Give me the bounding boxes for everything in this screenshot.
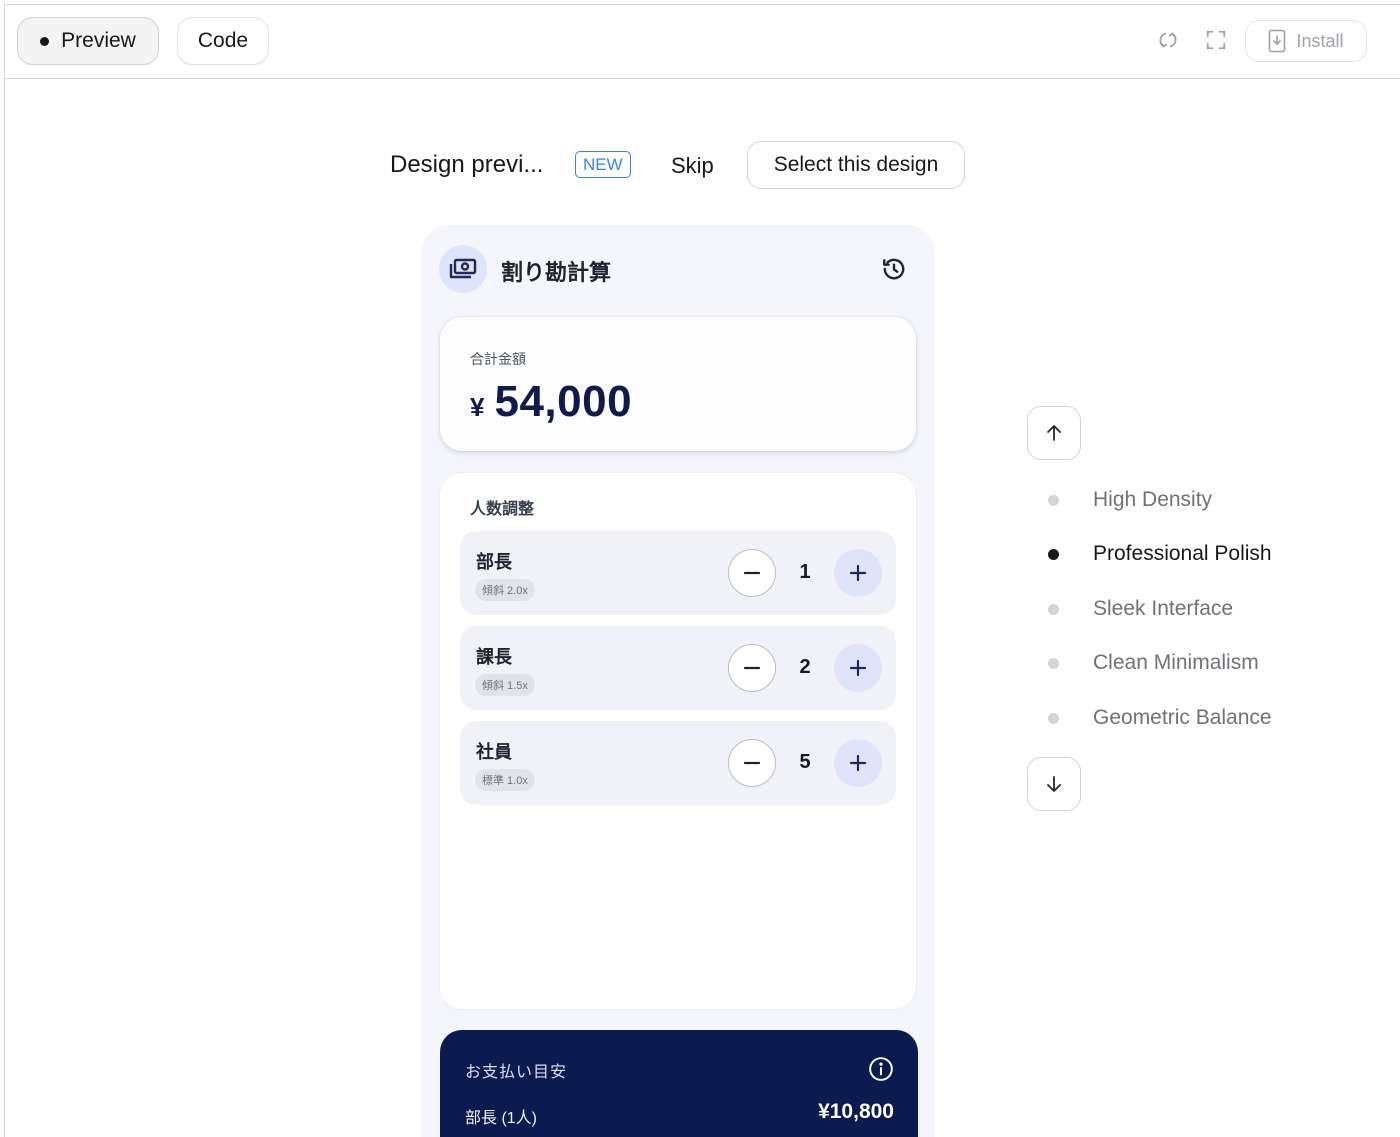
payment-title: お支払い目安	[465, 1064, 568, 1081]
design-option-sleek-interface[interactable]: Sleek Interface	[1048, 594, 1233, 624]
role-name: 課長	[476, 647, 512, 667]
person-row: 部長 傾斜 2.0x 1	[460, 531, 896, 615]
next-design-button[interactable]	[1027, 757, 1081, 811]
total-amount-card: 合計金額 ¥ 54,000	[440, 317, 916, 451]
option-bullet	[1048, 603, 1059, 615]
active-dot-icon	[40, 36, 50, 46]
new-badge: NEW	[575, 151, 631, 178]
install-label: Install	[1296, 30, 1344, 51]
design-option-geometric-balance[interactable]: Geometric Balance	[1048, 703, 1272, 733]
fullscreen-icon[interactable]	[1203, 27, 1229, 53]
previous-design-button[interactable]	[1027, 406, 1081, 460]
increment-button[interactable]	[834, 739, 882, 787]
plus-icon	[849, 564, 867, 582]
design-option-label: Sleek Interface	[1093, 597, 1234, 620]
app-header: 割り勘計算	[439, 243, 917, 293]
money-icon	[439, 245, 487, 293]
person-count: 5	[799, 751, 811, 773]
arrow-up-icon	[1047, 425, 1061, 441]
person-count: 2	[799, 656, 811, 678]
minus-icon	[743, 761, 761, 765]
design-preview-title: Design previ...	[390, 151, 544, 178]
code-tab-label: Code	[197, 29, 249, 52]
total-value: 54,000	[494, 377, 633, 426]
app-title: 割り勘計算	[501, 260, 612, 285]
decrement-button[interactable]	[728, 549, 776, 597]
history-icon[interactable]	[881, 256, 907, 282]
skip-button[interactable]: Skip	[671, 153, 714, 179]
weight-badge: 標準 1.0x	[475, 769, 535, 791]
people-adjust-card: 人数調整 部長 傾斜 2.0x 1 課長 傾斜 1.5x 2 社員 標準 1.0…	[440, 473, 916, 1009]
refresh-icon[interactable]	[1155, 27, 1181, 53]
arrow-down-icon	[1047, 776, 1061, 792]
person-row: 社員 標準 1.0x 5	[460, 721, 896, 805]
plus-icon	[849, 754, 867, 772]
payment-row-label: 部長 (1人)	[465, 1110, 538, 1127]
install-button[interactable]: Install	[1245, 20, 1367, 62]
design-option-label: High Density	[1093, 488, 1213, 511]
total-amount: ¥ 54,000	[470, 377, 632, 427]
payment-estimate-card: お支払い目安 部長 (1人) ¥10,800	[440, 1030, 918, 1137]
code-tab[interactable]: Code	[177, 17, 269, 65]
select-design-button[interactable]: Select this design	[747, 141, 965, 189]
total-label: 合計金額	[470, 351, 526, 367]
design-option-clean-minimalism[interactable]: Clean Minimalism	[1048, 648, 1259, 678]
design-option-label: Professional Polish	[1093, 542, 1272, 565]
option-bullet-active	[1048, 548, 1059, 560]
minus-icon	[743, 666, 761, 670]
decrement-button[interactable]	[728, 644, 776, 692]
weight-badge: 傾斜 2.0x	[475, 579, 535, 601]
weight-badge: 傾斜 1.5x	[475, 674, 535, 696]
top-toolbar: Preview Code Install	[5, 5, 1400, 79]
design-option-label: Clean Minimalism	[1093, 651, 1259, 674]
increment-button[interactable]	[834, 549, 882, 597]
preview-frame: Preview Code Install Design previ... NEW…	[4, 4, 1400, 1137]
app-preview: 割り勘計算 合計金額 ¥ 54,000 人数調整 部長 傾斜 2.0x 1 課長…	[421, 225, 935, 1137]
plus-icon	[849, 659, 867, 677]
currency-symbol: ¥	[470, 392, 485, 422]
option-bullet	[1048, 712, 1059, 724]
preview-tab[interactable]: Preview	[17, 17, 159, 65]
increment-button[interactable]	[834, 644, 882, 692]
phone-download-icon	[1269, 29, 1286, 53]
info-icon[interactable]	[868, 1056, 894, 1082]
payment-row-value: ¥10,800	[818, 1100, 894, 1123]
design-option-label: Geometric Balance	[1093, 706, 1272, 729]
decrement-button[interactable]	[728, 739, 776, 787]
option-bullet	[1048, 657, 1059, 669]
role-name: 部長	[476, 552, 512, 572]
person-row: 課長 傾斜 1.5x 2	[460, 626, 896, 710]
role-name: 社員	[476, 742, 512, 762]
preview-tab-label: Preview	[61, 29, 136, 52]
minus-icon	[743, 571, 761, 575]
option-bullet	[1048, 494, 1059, 506]
people-title: 人数調整	[470, 501, 535, 518]
design-option-high-density[interactable]: High Density	[1048, 485, 1212, 515]
design-option-professional-polish[interactable]: Professional Polish	[1048, 539, 1272, 569]
person-count: 1	[799, 561, 811, 583]
